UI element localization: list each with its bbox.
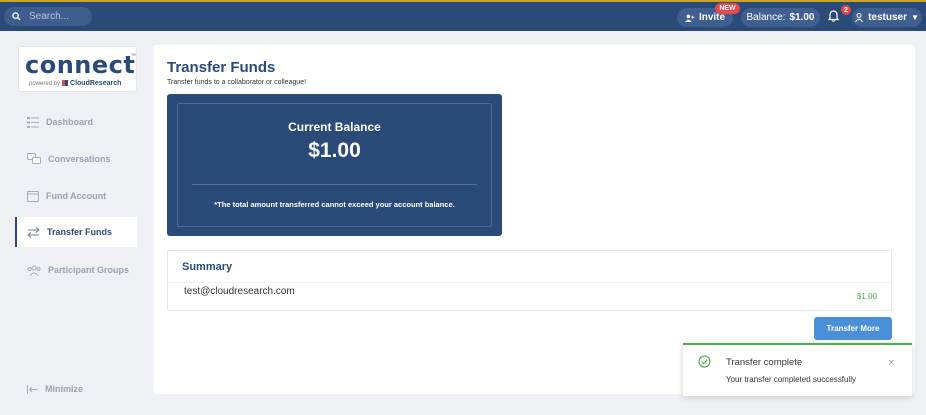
main-content: Transfer Funds Transfer funds to a colla… (153, 45, 915, 394)
sidebar-item-transfer-funds[interactable]: Transfer Funds (15, 217, 137, 247)
user-menu-button[interactable]: testuser ▼ (852, 8, 922, 27)
summary-amount: $1.00 (856, 292, 877, 301)
summary-recipient-email: test@cloudresearch.com (184, 286, 295, 297)
dashboard-icon (27, 116, 39, 128)
sidebar-item-conversations[interactable]: Conversations (15, 144, 137, 174)
sidebar-item-label: Conversations (48, 154, 111, 164)
sidebar: connect ™ powered by CloudResearch Dashbo… (15, 44, 139, 402)
logo-trademark: ™ (131, 53, 136, 59)
logo[interactable]: connect ™ powered by CloudResearch (18, 46, 137, 92)
balance-button[interactable]: Balance: $1.00 (741, 8, 820, 27)
search-icon (12, 12, 21, 21)
collapse-arrow-icon (27, 384, 38, 394)
wallet-icon (27, 190, 39, 202)
sidebar-item-label: Dashboard (46, 117, 94, 127)
balance-card-value: $1.00 (308, 139, 361, 162)
logo-subtitle: powered by CloudResearch (29, 80, 121, 87)
user-icon (855, 13, 863, 22)
toast-title: Transfer complete (726, 357, 803, 368)
transfer-more-button[interactable]: Transfer More (814, 317, 892, 340)
bell-icon[interactable] (828, 10, 839, 22)
summary-panel: Summary test@cloudresearch.com $1.00 (167, 250, 892, 311)
toast-message: Your transfer completed successfully (726, 375, 856, 384)
balance-card-inner: Current Balance $1.00 *The total amount … (177, 103, 492, 227)
sidebar-item-dashboard[interactable]: Dashboard (15, 107, 137, 137)
sidebar-item-participant-groups[interactable]: Participant Groups (15, 255, 137, 285)
sidebar-item-label: Transfer Funds (47, 227, 113, 237)
chevron-down-icon: ▼ (910, 13, 919, 22)
notification-badge: 2 (841, 5, 851, 15)
top-bar: Search... Invite NEW Balance: $1.00 2 te… (0, 0, 926, 31)
sidebar-item-label: Fund Account (46, 191, 107, 201)
search-placeholder: Search... (29, 11, 70, 22)
group-icon (27, 265, 41, 276)
divider (168, 282, 891, 283)
cloudresearch-logo-icon (62, 80, 69, 87)
add-user-icon (685, 14, 695, 22)
balance-card-label: Current Balance (288, 120, 381, 134)
check-circle-icon (698, 355, 711, 368)
balance-value: $1.00 (789, 12, 815, 23)
page-subtitle: Transfer funds to a collaborator or coll… (167, 79, 307, 86)
chat-icon (27, 153, 41, 164)
sidebar-item-label: Participant Groups (48, 265, 130, 275)
new-badge: NEW (715, 3, 740, 14)
search-input[interactable]: Search... (4, 7, 92, 26)
balance-card-note: *The total amount transferred cannot exc… (214, 200, 455, 209)
minimize-button[interactable]: Minimize (15, 374, 137, 404)
username: testuser (868, 12, 907, 23)
brand-name: CloudResearch (70, 80, 122, 87)
toast-notification: Transfer complete Your transfer complete… (683, 343, 912, 396)
transfer-icon (27, 226, 40, 238)
summary-title: Summary (182, 261, 233, 273)
page-title: Transfer Funds (167, 59, 276, 76)
logo-wordmark: connect (25, 51, 136, 79)
balance-label: Balance: (746, 12, 786, 23)
balance-card: Current Balance $1.00 *The total amount … (167, 94, 502, 236)
powered-by-text: powered by (29, 81, 61, 87)
divider (192, 184, 477, 185)
minimize-label: Minimize (45, 384, 84, 394)
close-icon[interactable]: × (888, 357, 894, 369)
sidebar-item-fund-account[interactable]: Fund Account (15, 181, 137, 211)
